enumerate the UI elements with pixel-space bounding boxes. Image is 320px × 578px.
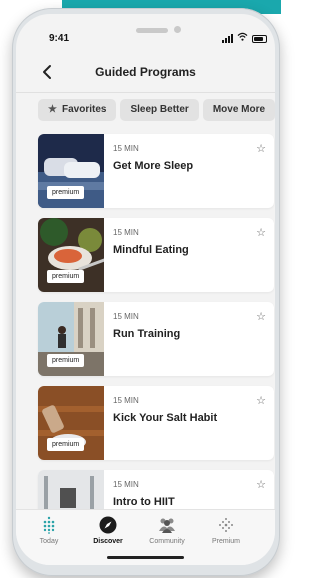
home-indicator: [107, 556, 184, 559]
tab-label: Discover: [93, 538, 123, 545]
dots-grid-icon: [43, 516, 55, 534]
speaker-grille: [136, 28, 168, 33]
front-camera: [174, 26, 181, 33]
chip-sleep-better[interactable]: Sleep Better: [120, 99, 199, 121]
program-duration: 15 MIN: [113, 228, 139, 237]
sparkle-grid-icon: [219, 518, 233, 532]
program-card[interactable]: premium 15 MIN Kick Your Salt Habit ☆: [38, 386, 274, 460]
page-title: Guided Programs: [95, 65, 196, 79]
favorite-star-icon[interactable]: ☆: [256, 478, 266, 491]
tab-premium[interactable]: Premium: [196, 516, 256, 545]
chip-label: Move More: [212, 104, 266, 115]
chip-favorites[interactable]: ★ Favorites: [38, 99, 117, 121]
program-title: Intro to HIIT: [113, 496, 175, 508]
tab-today[interactable]: Today: [19, 516, 79, 545]
status-time: 9:41: [49, 33, 70, 44]
premium-badge: premium: [47, 186, 85, 199]
program-title: Mindful Eating: [113, 244, 189, 256]
program-list: premium 15 MIN Get More Sleep ☆ premium …: [38, 134, 274, 554]
program-title: Get More Sleep: [113, 160, 194, 172]
program-duration: 15 MIN: [113, 144, 139, 153]
favorite-star-icon[interactable]: ☆: [256, 142, 266, 155]
status-bar: 9:41: [16, 14, 275, 54]
tab-discover[interactable]: Discover: [78, 516, 138, 545]
program-card[interactable]: premium 15 MIN Run Training ☆: [38, 302, 274, 376]
wifi-icon: [237, 32, 248, 41]
program-thumbnail: premium: [38, 386, 104, 460]
nav-bar: Guided Programs: [16, 56, 275, 93]
tab-label: Premium: [211, 538, 240, 545]
program-thumbnail: premium: [38, 302, 104, 376]
favorite-star-icon[interactable]: ☆: [256, 310, 266, 323]
premium-badge: premium: [47, 270, 85, 283]
favorite-star-icon[interactable]: ☆: [256, 226, 266, 239]
favorite-star-icon[interactable]: ☆: [256, 394, 266, 407]
chip-move-more[interactable]: Move More: [202, 99, 275, 121]
tab-label: Community: [149, 538, 185, 545]
tab-label: Today: [39, 538, 59, 545]
premium-badge: premium: [47, 438, 85, 451]
premium-badge: premium: [47, 354, 85, 367]
program-thumbnail: premium: [38, 134, 104, 208]
program-card[interactable]: premium 15 MIN Get More Sleep ☆: [38, 134, 274, 208]
program-duration: 15 MIN: [113, 312, 139, 321]
program-card[interactable]: premium 15 MIN Mindful Eating ☆: [38, 218, 274, 292]
chip-label: Favorites: [62, 104, 107, 115]
chip-label: Sleep Better: [130, 104, 189, 115]
program-duration: 15 MIN: [113, 480, 139, 489]
program-title: Kick Your Salt Habit: [113, 412, 218, 424]
compass-icon: [99, 516, 117, 534]
program-duration: 15 MIN: [113, 396, 139, 405]
program-title: Run Training: [113, 328, 181, 340]
filter-chips: ★ Favorites Sleep Better Move More: [38, 99, 275, 121]
people-icon: [159, 518, 175, 533]
star-icon: ★: [48, 104, 57, 115]
tab-community[interactable]: Community: [137, 516, 197, 545]
battery-icon: [252, 35, 267, 43]
app-screen: 9:41 Guided Programs ★ Favorites Sleep Bet…: [16, 14, 275, 565]
program-thumbnail: premium: [38, 218, 104, 292]
